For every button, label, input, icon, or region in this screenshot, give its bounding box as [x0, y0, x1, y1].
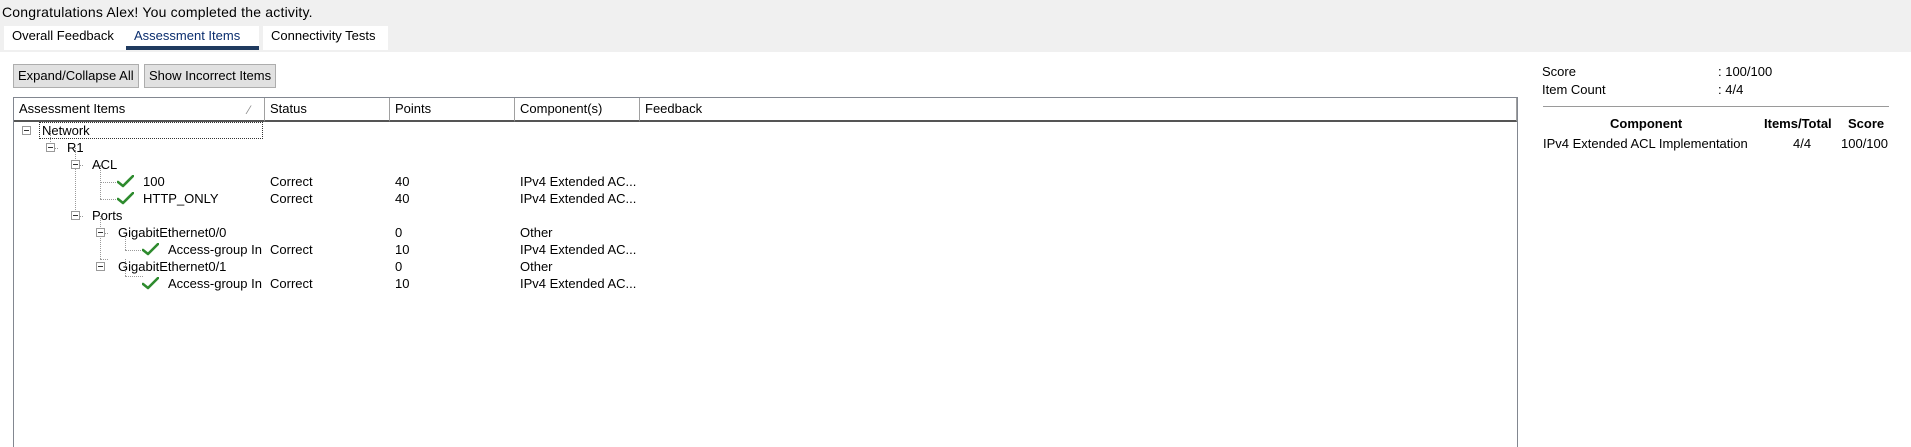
tree-item-label: R1	[67, 140, 84, 155]
score-value: : 100/100	[1718, 64, 1773, 79]
expand-collapse-all-button[interactable]: Expand/Collapse All	[13, 64, 139, 88]
tree-row-acl-http-only[interactable]: HTTP_ONLY Correct 40 IPv4 Extended AC...	[14, 190, 1517, 207]
collapse-box-icon[interactable]	[46, 143, 55, 152]
congratulations-message: Congratulations Alex! You completed the …	[2, 4, 313, 20]
tab-overall-feedback[interactable]: Overall Feedback	[4, 26, 126, 50]
tree-item-label: Access-group In	[168, 242, 262, 257]
column-header-label: Assessment Items	[19, 101, 126, 116]
column-header-label: Status	[270, 101, 307, 116]
points-cell: 0	[395, 225, 403, 240]
summary-items-total-cell: 4/4	[1793, 136, 1812, 151]
check-icon	[117, 175, 134, 188]
tree-row-acl[interactable]: ACL	[14, 156, 1517, 173]
tree-row-gig0-0[interactable]: GigabitEthernet0/0 0 Other	[14, 224, 1517, 241]
column-header-points[interactable]: Points	[390, 98, 515, 122]
tab-assessment-items[interactable]: Assessment Items	[126, 26, 259, 50]
item-count-label: Item Count	[1542, 82, 1606, 97]
tree-item-label: Access-group In	[168, 276, 262, 291]
tree-row-r1[interactable]: R1	[14, 139, 1517, 156]
column-header-assessment-items[interactable]: Assessment Items ⁄	[14, 98, 265, 122]
summary-component-cell: IPv4 Extended ACL Implementation	[1543, 136, 1748, 151]
component-cell: Other	[520, 225, 553, 240]
points-cell: 10	[395, 276, 410, 291]
tree-item-label: Network	[42, 123, 90, 138]
tab-label: Connectivity Tests	[271, 28, 376, 43]
summary-score-cell: 100/100	[1841, 136, 1888, 151]
assessment-tree-grid[interactable]: Assessment Items ⁄ Status Points Compone…	[13, 97, 1518, 447]
component-column-header: Component	[1610, 116, 1683, 131]
points-cell: 40	[395, 191, 410, 206]
sort-indicator-icon: ⁄	[247, 103, 250, 117]
column-header-components[interactable]: Component(s)	[515, 98, 640, 122]
item-count-value: : 4/4	[1718, 82, 1744, 97]
check-icon	[142, 243, 159, 256]
column-header-label: Feedback	[645, 101, 703, 116]
tab-connectivity-tests[interactable]: Connectivity Tests	[263, 26, 388, 50]
tree-row-gig0-1[interactable]: GigabitEthernet0/1 0 Other	[14, 258, 1517, 275]
status-cell: Correct	[270, 174, 313, 189]
collapse-box-icon[interactable]	[96, 262, 105, 271]
tree-item-label: GigabitEthernet0/0	[118, 225, 227, 240]
grid-header: Assessment Items ⁄ Status Points Compone…	[14, 98, 1517, 122]
component-cell: IPv4 Extended AC...	[520, 242, 637, 257]
status-cell: Correct	[270, 191, 313, 206]
items-total-column-header: Items/Total	[1764, 116, 1832, 131]
assessment-items-panel: Expand/Collapse All Show Incorrect Items…	[0, 52, 1911, 447]
show-incorrect-items-button[interactable]: Show Incorrect Items	[144, 64, 277, 88]
component-cell: Other	[520, 259, 553, 274]
status-cell: Correct	[270, 276, 313, 291]
points-cell: 40	[395, 174, 410, 189]
tree-item-label: HTTP_ONLY	[143, 191, 219, 206]
column-header-label: Points	[395, 101, 432, 116]
collapse-box-icon[interactable]	[22, 126, 31, 135]
points-cell: 0	[395, 259, 403, 274]
column-header-label: Component(s)	[520, 101, 603, 116]
tree-item-label: Ports	[92, 208, 123, 223]
check-icon	[117, 192, 134, 205]
component-cell: IPv4 Extended AC...	[520, 191, 637, 206]
tree-item-label: 100	[143, 174, 165, 189]
tree-item-label: GigabitEthernet0/1	[118, 259, 227, 274]
tree-row-ports[interactable]: Ports	[14, 207, 1517, 224]
tab-label: Assessment Items	[134, 28, 241, 43]
score-summary-panel: Score : 100/100 Item Count : 4/4 Compone…	[1540, 52, 1900, 447]
component-cell: IPv4 Extended AC...	[520, 276, 637, 291]
score-label: Score	[1542, 64, 1576, 79]
selected-tab-indicator	[126, 46, 259, 50]
summary-divider	[1543, 106, 1889, 107]
points-cell: 10	[395, 242, 410, 257]
collapse-box-icon[interactable]	[71, 160, 80, 169]
tab-label: Overall Feedback	[12, 28, 114, 43]
column-header-status[interactable]: Status	[265, 98, 390, 122]
status-cell: Correct	[270, 242, 313, 257]
component-cell: IPv4 Extended AC...	[520, 174, 637, 189]
check-icon	[142, 277, 159, 290]
tree-row-gig0-1-access-group[interactable]: Access-group In Correct 10 IPv4 Extended…	[14, 275, 1517, 292]
collapse-box-icon[interactable]	[96, 228, 105, 237]
tree-row-network[interactable]: Network	[14, 122, 1517, 139]
tree-item-label: ACL	[92, 157, 118, 172]
column-header-feedback[interactable]: Feedback	[640, 98, 1517, 122]
tree-row-acl-100[interactable]: 100 Correct 40 IPv4 Extended AC...	[14, 173, 1517, 190]
tab-bar: Overall Feedback Assessment Items Connec…	[0, 24, 400, 52]
collapse-box-icon[interactable]	[71, 211, 80, 220]
score-column-header: Score	[1848, 116, 1885, 131]
tree-row-gig0-0-access-group[interactable]: Access-group In Correct 10 IPv4 Extended…	[14, 241, 1517, 258]
